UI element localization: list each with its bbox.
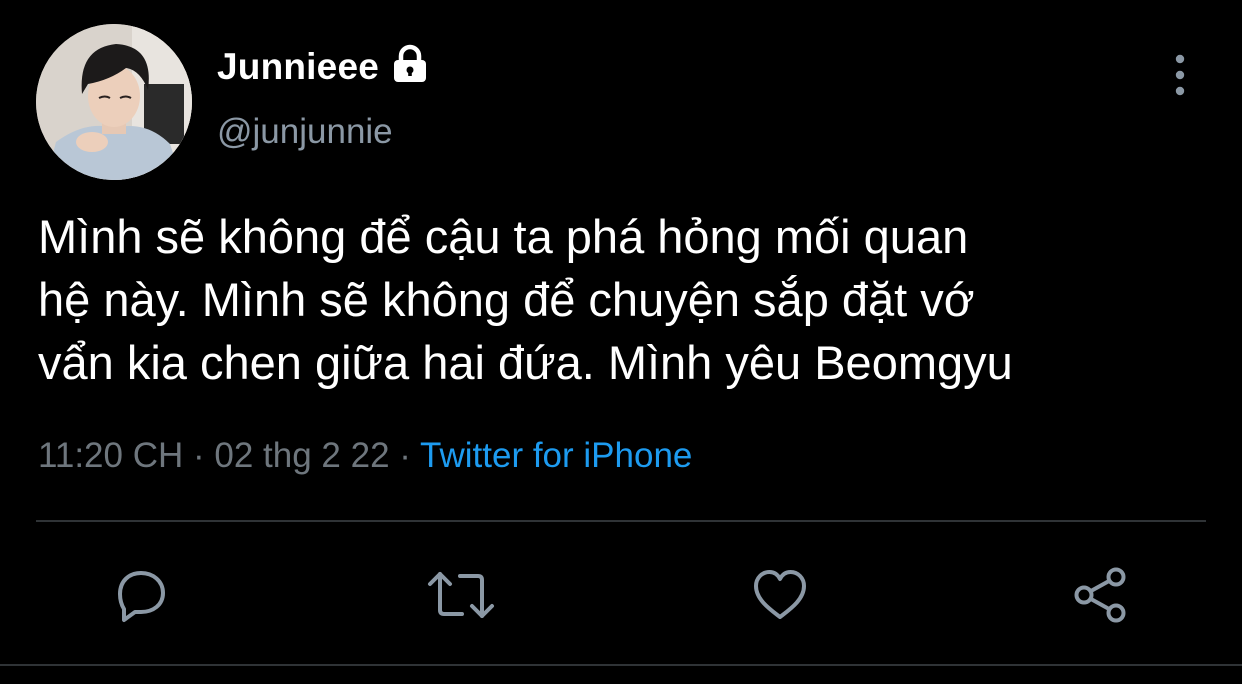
more-options-icon[interactable]	[1160, 52, 1200, 98]
tweet-source-link[interactable]: Twitter for iPhone	[420, 436, 692, 475]
reply-icon	[110, 564, 172, 626]
lock-icon	[389, 43, 431, 85]
like-button[interactable]	[745, 560, 815, 630]
meta-separator: ·	[193, 436, 205, 475]
tweet-meta: 11:20 CH · 02 thg 2 22 · Twitter for iPh…	[38, 436, 692, 476]
action-bar	[0, 560, 1242, 630]
tweet-date[interactable]: 02 thg 2 22	[214, 436, 389, 475]
meta-separator: ·	[399, 436, 411, 475]
divider	[36, 520, 1206, 522]
reply-button[interactable]	[106, 560, 176, 630]
divider	[0, 664, 1242, 666]
retweet-icon	[426, 564, 496, 626]
tweet-text: Mình sẽ không để cậu ta phá hỏng mối qua…	[38, 210, 1013, 389]
share-button[interactable]	[1066, 560, 1136, 630]
share-icon	[1070, 564, 1132, 626]
retweet-button[interactable]	[426, 560, 496, 630]
name-row: Junnieee	[217, 42, 431, 92]
user-handle[interactable]: @junjunnie	[217, 112, 393, 152]
heart-icon	[749, 564, 811, 626]
display-name[interactable]: Junnieee	[217, 46, 379, 88]
avatar[interactable]	[36, 24, 192, 180]
tweet: Junnieee @junjunnie Mình sẽ không để cậu…	[0, 0, 1242, 684]
avatar-image	[36, 24, 192, 180]
tweet-time[interactable]: 11:20 CH	[38, 436, 183, 475]
